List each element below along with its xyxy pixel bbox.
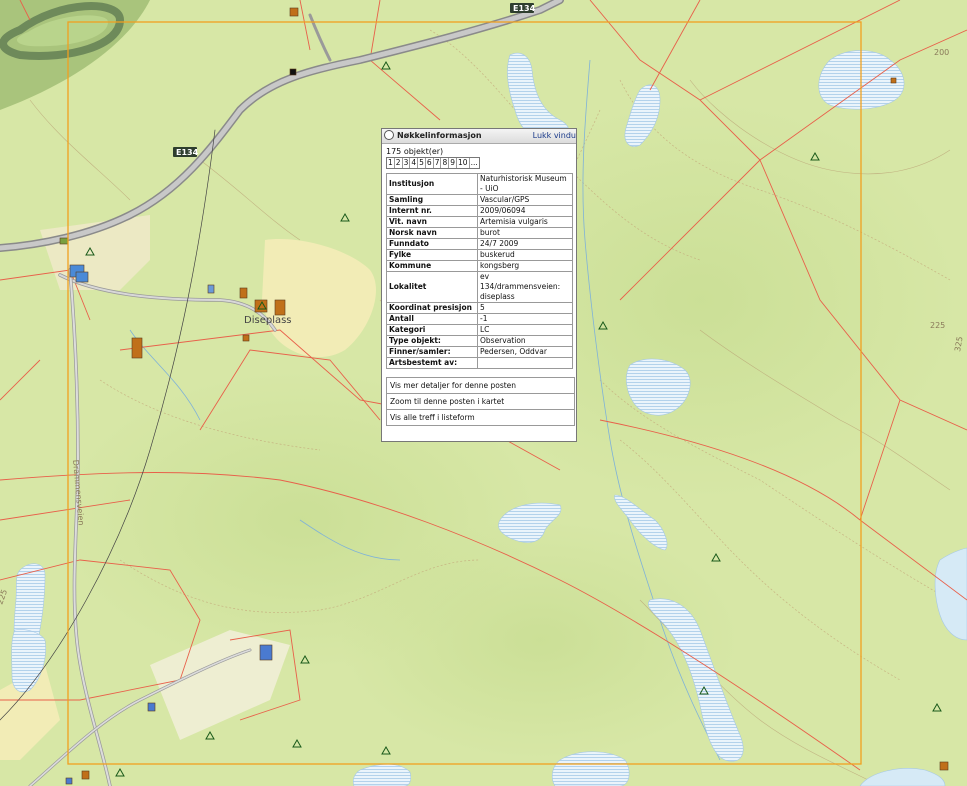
row-key: Artsbestemt av:	[386, 357, 478, 369]
row-value: LC	[477, 324, 573, 336]
svg-text:E134: E134	[513, 4, 536, 13]
row-key: Institusjon	[386, 173, 478, 195]
row-key: Finner/samler:	[386, 346, 478, 358]
row-key: Koordinat presisjon	[386, 302, 478, 314]
close-window-link[interactable]: Lukk vindu	[533, 131, 576, 140]
row-value: ev 134/drammensveien: diseplass	[477, 271, 573, 303]
row-value: Vascular/GPS	[477, 194, 573, 206]
row-value: 2009/06094	[477, 205, 573, 217]
row-value: Artemisia vulgaris	[477, 216, 573, 228]
table-row: Samling Vascular/GPS	[386, 194, 573, 206]
page-link[interactable]: 7	[434, 158, 442, 168]
page-link[interactable]: 9	[449, 158, 458, 168]
page-link[interactable]: 8	[441, 158, 450, 168]
page-link[interactable]: 2	[395, 158, 403, 168]
circle-icon	[384, 130, 394, 140]
row-key: Funndato	[386, 238, 478, 250]
contour-label-200: 200	[934, 48, 949, 57]
row-value: 24/7 2009	[477, 238, 573, 250]
page-link[interactable]: 1	[387, 158, 395, 168]
row-value: buskerud	[477, 249, 573, 261]
page-link[interactable]: 6	[426, 158, 434, 168]
row-key: Fylke	[386, 249, 478, 261]
page-link[interactable]: 3	[403, 158, 411, 168]
table-row: Koordinat presisjon 5	[386, 302, 573, 314]
page-link[interactable]: 10	[457, 158, 470, 168]
table-row: Funndato 24/7 2009	[386, 238, 573, 250]
table-row: Institusjon Naturhistorisk Museum - UiO	[386, 173, 573, 195]
row-key: Kategori	[386, 324, 478, 336]
popup-titlebar: Nøkkelinformasjon Lukk vindu	[382, 129, 576, 144]
table-row: Antall -1	[386, 313, 573, 325]
popup-title: Nøkkelinformasjon	[397, 131, 482, 140]
table-row: Type objekt: Observation	[386, 335, 573, 347]
object-count: 175 objekt(er)	[386, 147, 444, 156]
row-value: 5	[477, 302, 573, 314]
page-link[interactable]: 5	[418, 158, 426, 168]
pagination: 1 2 3 4 5 6 7 8 9 10 ...	[386, 157, 480, 169]
row-key: Samling	[386, 194, 478, 206]
contour-label-225: 225	[930, 321, 945, 330]
table-row: Lokalitet ev 134/drammensveien: diseplass	[386, 271, 573, 303]
row-key: Vit. navn	[386, 216, 478, 228]
road-shield-e134-top: E134	[510, 3, 536, 13]
show-list-link[interactable]: Vis alle treff i listeform	[387, 410, 574, 425]
row-key: Lokalitet	[386, 271, 478, 303]
row-key: Antall	[386, 313, 478, 325]
svg-text:E134: E134	[176, 148, 199, 157]
page-link[interactable]: 4	[410, 158, 419, 168]
table-row: Finner/samler: Pedersen, Oddvar	[386, 346, 573, 358]
info-table: Institusjon Naturhistorisk Museum - UiO S…	[386, 173, 573, 369]
row-key: Type objekt:	[386, 335, 478, 347]
table-row: Internt nr. 2009/06094	[386, 205, 573, 217]
table-row: Fylke buskerud	[386, 249, 573, 261]
page-link-more[interactable]: ...	[470, 158, 479, 168]
row-key: Internt nr.	[386, 205, 478, 217]
zoom-to-post-link[interactable]: Zoom til denne posten i kartet	[387, 394, 574, 410]
table-row: Norsk navn burot	[386, 227, 573, 239]
row-value: kongsberg	[477, 260, 573, 272]
road-shield-e134-left: E134	[173, 147, 199, 157]
table-row: Kommune kongsberg	[386, 260, 573, 272]
place-label-diseplass: Diseplass	[244, 315, 292, 326]
row-value: Observation	[477, 335, 573, 347]
row-key: Norsk navn	[386, 227, 478, 239]
row-value: -1	[477, 313, 573, 325]
popup-actions: Vis mer detaljer for denne posten Zoom t…	[386, 377, 575, 426]
table-row: Kategori LC	[386, 324, 573, 336]
row-value: Naturhistorisk Museum - UiO	[477, 173, 573, 195]
table-row: Vit. navn Artemisia vulgaris	[386, 216, 573, 228]
row-key: Kommune	[386, 260, 478, 272]
table-row: Artsbestemt av:	[386, 357, 573, 369]
key-info-popup: Nøkkelinformasjon Lukk vindu 175 objekt(…	[381, 128, 577, 442]
row-value	[477, 357, 573, 369]
row-value: burot	[477, 227, 573, 239]
show-details-link[interactable]: Vis mer detaljer for denne posten	[387, 378, 574, 394]
row-value: Pedersen, Oddvar	[477, 346, 573, 358]
